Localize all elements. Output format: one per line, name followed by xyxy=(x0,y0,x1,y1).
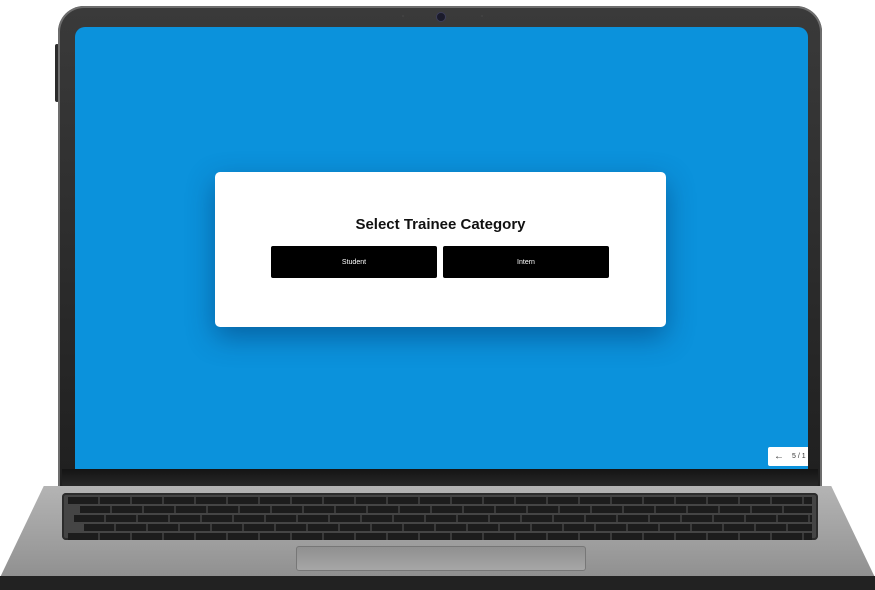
keyboard-row xyxy=(80,506,812,513)
webcam-icon xyxy=(436,12,446,22)
keyboard-row xyxy=(74,515,812,522)
keyboard-row xyxy=(68,497,812,504)
pager-counter: 5 / 1 xyxy=(792,453,806,460)
keyboard-row xyxy=(84,524,812,531)
trainee-category-dialog: Select Trainee Category Student Intern xyxy=(215,172,666,327)
arrow-left-icon[interactable]: ← xyxy=(774,451,784,462)
trackpad xyxy=(296,546,586,571)
keyboard-row xyxy=(68,533,812,540)
laptop-base-edge xyxy=(0,576,875,590)
keyboard xyxy=(62,493,818,540)
slide-pager: ← 5 / 1 xyxy=(768,447,808,466)
laptop-mockup: Select Trainee Category Student Intern ←… xyxy=(0,0,875,590)
sensor-dot xyxy=(402,15,404,17)
intern-button[interactable]: Intern xyxy=(443,246,609,278)
student-button[interactable]: Student xyxy=(271,246,437,278)
dialog-title: Select Trainee Category xyxy=(355,216,526,233)
sensor-dot xyxy=(481,15,483,17)
laptop-screen: Select Trainee Category Student Intern ←… xyxy=(75,27,808,470)
laptop-hinge xyxy=(62,469,818,488)
